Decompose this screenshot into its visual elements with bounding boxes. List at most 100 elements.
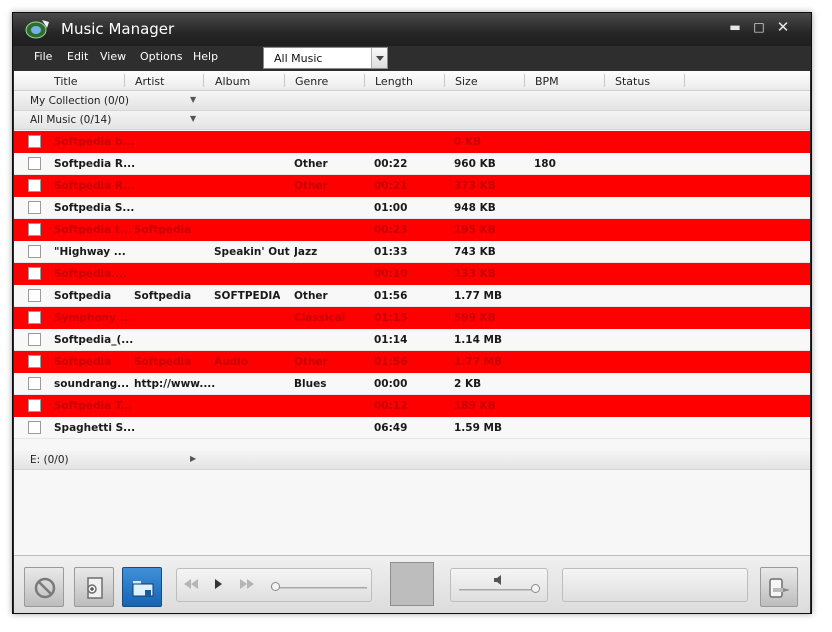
speaker-icon	[494, 575, 501, 585]
column-length[interactable]: Length	[375, 75, 413, 88]
column-bpm[interactable]: BPM	[535, 75, 559, 88]
menu-options[interactable]: Options	[140, 50, 182, 63]
disconnect-button[interactable]	[760, 567, 798, 607]
track-list-panel: Title Artist Album Genre Length Size BPM…	[14, 71, 810, 555]
close-icon[interactable]: ✕	[775, 19, 791, 35]
fast-forward-icon[interactable]	[239, 578, 255, 590]
column-album[interactable]: Album	[215, 75, 250, 88]
title-bar[interactable]: Music Manager ▬ □ ✕	[13, 13, 811, 46]
cell-title: Softpedia_(...	[54, 334, 134, 346]
table-row[interactable]: soundrang... http://www.... Blues 00:00 2 KB	[14, 373, 810, 395]
cell-genre: Blues	[294, 378, 327, 390]
library-view-value: All Music	[274, 52, 323, 65]
table-row[interactable]: "Highway ... Speakin' Out Jazz 01:33 743 KB	[14, 241, 810, 263]
add-to-device-icon	[87, 577, 103, 599]
row-checkbox[interactable]	[28, 377, 41, 390]
cell-title: Spaghetti S...	[54, 422, 136, 434]
status-panel	[562, 568, 748, 602]
app-window: Music Manager ▬ □ ✕ File Edit View Optio…	[12, 12, 812, 614]
cell-album: Audio	[214, 356, 248, 368]
row-checkbox[interactable]	[28, 311, 41, 324]
column-divider[interactable]	[524, 74, 525, 87]
column-divider[interactable]	[364, 74, 365, 87]
chevron-down-icon[interactable]	[371, 48, 387, 68]
play-icon[interactable]	[213, 578, 223, 590]
column-divider[interactable]	[444, 74, 445, 87]
row-checkbox[interactable]	[28, 333, 41, 346]
table-row[interactable]: Softpedia S... 01:00 948 KB	[14, 197, 810, 219]
seek-knob[interactable]	[271, 582, 280, 591]
import-button[interactable]	[74, 567, 114, 607]
maximize-icon[interactable]: □	[751, 19, 767, 35]
row-checkbox[interactable]	[28, 135, 41, 148]
cell-artist: Softpedia	[134, 356, 192, 368]
cell-genre: Classical	[294, 312, 346, 324]
cell-album: Speakin' Out	[214, 246, 290, 258]
volume-knob[interactable]	[531, 584, 540, 593]
group-drive-e[interactable]: E: (0/0) ▶	[14, 451, 810, 470]
stop-button[interactable]	[24, 567, 64, 607]
table-row[interactable]: Softpedia.... 00:10 133 KB	[14, 263, 810, 285]
table-row[interactable]: Softpedia R... Other 00:21 373 KB	[14, 175, 810, 197]
table-row[interactable]: Softpedia t... Softpedia 00:23 195 KB	[14, 219, 810, 241]
column-divider[interactable]	[124, 74, 125, 87]
menu-view[interactable]: View	[100, 50, 126, 63]
row-checkbox[interactable]	[28, 201, 41, 214]
menu-bar: File Edit View Options Help All Music	[13, 46, 811, 71]
row-checkbox[interactable]	[28, 157, 41, 170]
cell-size: 133 KB	[454, 268, 496, 280]
cell-length: 00:10	[374, 268, 408, 280]
table-row[interactable]: Softpedia T... 00:12 189 KB	[14, 395, 810, 417]
group-all-music[interactable]: All Music (0/14) ▼	[14, 111, 810, 130]
row-checkbox[interactable]	[28, 223, 41, 236]
table-row[interactable]: Softpedia_(... 01:14 1.14 MB	[14, 329, 810, 351]
column-divider[interactable]	[284, 74, 285, 87]
table-row[interactable]: Symphony ... Classical 01:15 599 KB	[14, 307, 810, 329]
cell-length: 01:14	[374, 334, 408, 346]
cell-title: "Highway ...	[54, 246, 126, 258]
table-row[interactable]: Spaghetti S... 06:49 1.59 MB	[14, 417, 810, 439]
column-artist[interactable]: Artist	[135, 75, 164, 88]
row-checkbox[interactable]	[28, 267, 41, 280]
cell-length: 00:21	[374, 180, 408, 192]
menu-help[interactable]: Help	[193, 50, 218, 63]
column-divider[interactable]	[203, 74, 204, 87]
row-checkbox[interactable]	[28, 289, 41, 302]
column-divider[interactable]	[684, 74, 685, 87]
column-genre[interactable]: Genre	[295, 75, 328, 88]
menu-edit[interactable]: Edit	[67, 50, 88, 63]
table-row[interactable]: Softpedia Softpedia SOFTPEDIA Other 01:56 1.7…	[14, 285, 810, 307]
menu-file[interactable]: File	[34, 50, 52, 63]
table-row[interactable]: Softpedia R... Other 00:22 960 KB 180	[14, 153, 810, 175]
chevron-down-icon[interactable]: ▼	[190, 95, 196, 104]
cell-length: 00:00	[374, 378, 408, 390]
library-button[interactable]	[122, 567, 162, 607]
cell-size: 599 KB	[454, 312, 496, 324]
cell-title: Softpedia b...	[54, 136, 135, 148]
row-checkbox[interactable]	[28, 421, 41, 434]
cell-genre: Jazz	[294, 246, 318, 258]
column-status[interactable]: Status	[615, 75, 650, 88]
library-view-dropdown[interactable]: All Music	[263, 47, 388, 69]
table-row[interactable]: Softpedia Softpedia Audio Other 01:56 1.77 MB	[14, 351, 810, 373]
minimize-icon[interactable]: ▬	[727, 19, 743, 35]
volume-slider[interactable]	[459, 589, 537, 591]
cell-length: 01:56	[374, 356, 408, 368]
row-checkbox[interactable]	[28, 245, 41, 258]
table-row[interactable]: Softpedia b... 0 KB	[14, 131, 810, 153]
column-title[interactable]: Title	[54, 75, 78, 88]
chevron-down-icon[interactable]: ▼	[190, 114, 196, 123]
group-my-collection[interactable]: My Collection (0/0) ▼	[14, 92, 810, 111]
row-checkbox[interactable]	[28, 179, 41, 192]
row-checkbox[interactable]	[28, 355, 41, 368]
row-checkbox[interactable]	[28, 399, 41, 412]
cell-album: SOFTPEDIA	[214, 290, 281, 302]
column-header-row: Title Artist Album Genre Length Size BPM…	[14, 71, 810, 91]
cell-artist: Softpedia	[134, 290, 192, 302]
column-divider[interactable]	[604, 74, 605, 87]
rewind-icon[interactable]	[183, 578, 199, 590]
cell-length: 01:15	[374, 312, 408, 324]
chevron-right-icon[interactable]: ▶	[190, 454, 196, 463]
column-size[interactable]: Size	[455, 75, 478, 88]
seek-slider[interactable]	[271, 587, 367, 589]
